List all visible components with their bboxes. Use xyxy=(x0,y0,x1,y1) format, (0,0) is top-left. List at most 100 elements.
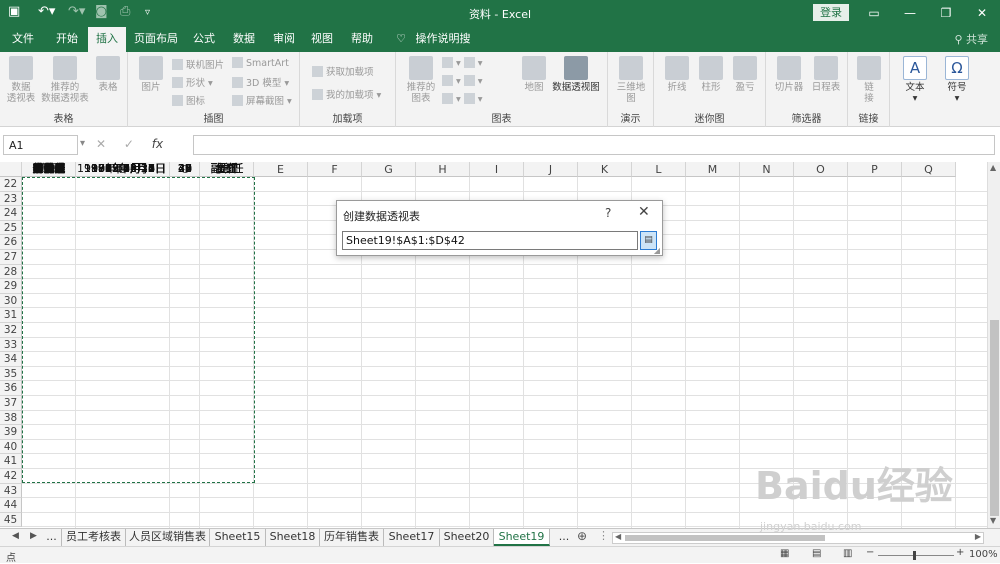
row-header[interactable]: 27 xyxy=(0,250,22,265)
dialog-close-button[interactable]: ✕ xyxy=(638,204,650,220)
get-addins-button[interactable]: 获取加载项 xyxy=(312,64,374,78)
horizontal-scroll-thumb[interactable] xyxy=(625,535,825,541)
cell-position[interactable] xyxy=(200,162,254,177)
add-sheet-icon[interactable]: ⊕ xyxy=(577,529,587,543)
tab-file[interactable]: 文件 xyxy=(4,27,42,52)
sheet-tab-more[interactable]: ... xyxy=(42,529,62,546)
scroll-left-icon[interactable]: ◀ xyxy=(615,532,621,541)
help-button[interactable]: ? xyxy=(605,206,611,220)
column-header[interactable]: O xyxy=(794,162,848,177)
zoom-slider[interactable] xyxy=(878,555,954,556)
tab-review[interactable]: 审阅 xyxy=(268,27,300,52)
row-header[interactable]: 23 xyxy=(0,191,22,207)
sheet-tab[interactable]: Sheet15 xyxy=(210,529,266,546)
cancel-icon[interactable]: ✕ xyxy=(96,137,106,151)
page-break-view-icon[interactable]: ▥ xyxy=(843,548,852,559)
row-header[interactable]: 43 xyxy=(0,483,22,499)
zoom-in-icon[interactable]: + xyxy=(956,547,964,558)
my-addins-button[interactable]: 我的加载项 ▾ xyxy=(312,87,381,101)
tab-home[interactable]: 开始 xyxy=(48,27,86,52)
text-button[interactable]: A 文本 ▾ xyxy=(898,56,932,104)
vertical-scrollbar[interactable]: ▲ ▼ xyxy=(987,162,1000,528)
column-header[interactable]: J xyxy=(524,162,578,177)
row-header[interactable]: 24 xyxy=(0,206,22,221)
tell-me-search[interactable]: 操作说明搜索 xyxy=(412,27,474,69)
timeline-button[interactable]: 日程表 xyxy=(808,56,844,93)
table-button[interactable]: 表格 xyxy=(93,56,123,93)
row-header[interactable]: 45 xyxy=(0,512,22,528)
sparkline-winloss-button[interactable]: 盈亏 xyxy=(730,56,760,93)
sheet-tab[interactable]: Sheet17 xyxy=(384,529,440,546)
pivot-chart-button[interactable]: 数据透视图 xyxy=(550,56,602,93)
row-header[interactable]: 34 xyxy=(0,352,22,367)
tab-insert[interactable]: 插入 xyxy=(88,27,126,52)
share-button[interactable]: ⚲ 共享 xyxy=(954,31,988,47)
bar-chart-button[interactable]: ▾ ▾ xyxy=(442,75,483,87)
close-icon[interactable]: ✕ xyxy=(970,3,994,23)
minimize-icon[interactable]: — xyxy=(898,3,922,23)
shapes-button[interactable]: 形状 ▾ xyxy=(172,75,213,89)
horizontal-scrollbar[interactable]: ◀ ▶ xyxy=(612,532,984,544)
scroll-up-icon[interactable]: ▲ xyxy=(990,163,996,172)
column-header[interactable]: K xyxy=(578,162,632,177)
row-header[interactable]: 31 xyxy=(0,308,22,323)
pivot-table-button[interactable]: 数据 透视表 xyxy=(5,56,37,104)
zoom-out-icon[interactable]: − xyxy=(866,547,874,558)
row-header[interactable]: 36 xyxy=(0,381,22,396)
resize-grip-icon[interactable]: ◢ xyxy=(654,246,660,255)
formula-input[interactable] xyxy=(193,135,995,155)
splitter-icon[interactable]: ⋮ xyxy=(598,529,609,542)
smartart-button[interactable]: SmartArt xyxy=(232,57,289,69)
tab-page-layout[interactable]: 页面布局 xyxy=(130,27,182,52)
sheet-tab-more[interactable]: ... xyxy=(554,529,574,546)
tab-data[interactable]: 数据 xyxy=(228,27,260,52)
column-header[interactable]: L xyxy=(632,162,686,177)
row-header[interactable]: 42 xyxy=(0,469,22,484)
sheet-tab[interactable]: Sheet20 xyxy=(440,529,494,546)
row-header[interactable]: 37 xyxy=(0,396,22,411)
pie-chart-button[interactable]: ▾ ▾ xyxy=(442,93,483,105)
vertical-scroll-thumb[interactable] xyxy=(990,320,999,516)
namebox-dropdown-icon[interactable]: ▾ xyxy=(80,138,85,149)
3d-model-button[interactable]: 3D 模型 ▾ xyxy=(232,75,289,89)
symbol-button[interactable]: Ω 符号 ▾ xyxy=(940,56,974,104)
row-header[interactable]: 39 xyxy=(0,425,22,440)
row-header[interactable]: 44 xyxy=(0,498,22,513)
login-button[interactable]: 登录 xyxy=(813,4,849,21)
tab-view[interactable]: 视图 xyxy=(306,27,338,52)
normal-view-icon[interactable]: ▦ xyxy=(780,548,789,559)
cell-age[interactable] xyxy=(170,162,200,177)
sparkline-column-button[interactable]: 柱形 xyxy=(696,56,726,93)
sparkline-line-button[interactable]: 折线 xyxy=(662,56,692,93)
column-header[interactable]: F xyxy=(308,162,362,177)
scroll-down-icon[interactable]: ▼ xyxy=(990,516,996,525)
row-header[interactable]: 26 xyxy=(0,235,22,250)
column-header[interactable]: P xyxy=(848,162,902,177)
enter-icon[interactable]: ✓ xyxy=(124,137,134,151)
prev-sheet-icon[interactable]: ◀ xyxy=(12,531,19,541)
screenshot-button[interactable]: 屏幕截图 ▾ xyxy=(232,93,292,107)
sheet-tab-active[interactable]: Sheet19 xyxy=(494,529,550,546)
range-input[interactable] xyxy=(342,231,638,250)
column-header[interactable]: E xyxy=(254,162,308,177)
map-button[interactable]: 地图 xyxy=(520,56,548,93)
tab-formulas[interactable]: 公式 xyxy=(188,27,220,52)
row-header[interactable]: 41 xyxy=(0,454,22,469)
ribbon-display-icon[interactable]: ▭ xyxy=(862,3,886,23)
scroll-right-icon[interactable]: ▶ xyxy=(975,532,981,541)
column-header[interactable]: Q xyxy=(902,162,956,177)
sheet-tab[interactable]: Sheet18 xyxy=(266,529,320,546)
link-button[interactable]: 链 接 xyxy=(854,56,884,104)
zoom-level[interactable]: 100% xyxy=(969,549,998,560)
column-header[interactable]: M xyxy=(686,162,740,177)
row-header[interactable]: 32 xyxy=(0,323,22,338)
column-chart-button[interactable]: ▾ ▾ xyxy=(442,57,483,69)
row-header[interactable]: 30 xyxy=(0,293,22,309)
cell-birthdate[interactable] xyxy=(76,162,166,177)
row-header[interactable]: 40 xyxy=(0,439,22,455)
recommended-pivot-button[interactable]: 推荐的 数据透视表 xyxy=(40,56,90,104)
recommended-charts-button[interactable]: 推荐的 图表 xyxy=(404,56,438,104)
row-header[interactable]: 33 xyxy=(0,337,22,353)
row-header[interactable]: 22 xyxy=(0,177,22,192)
row-header[interactable]: 28 xyxy=(0,264,22,280)
